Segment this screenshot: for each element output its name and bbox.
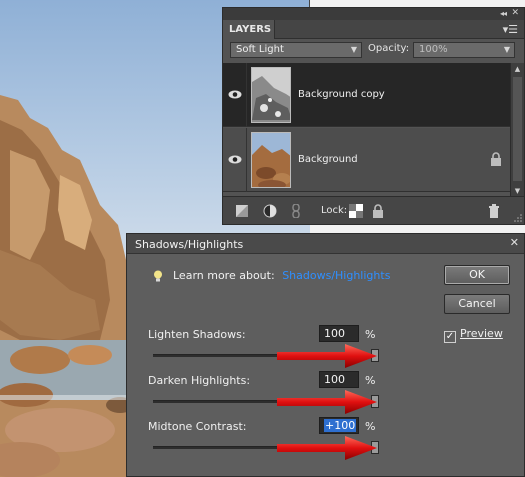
opacity-field[interactable]: 100% ▼ xyxy=(413,42,515,58)
layer-name: Background xyxy=(298,154,358,165)
shadows-highlights-dialog: Shadows/Highlights ✕ Learn more about: S… xyxy=(126,233,525,477)
lighten-shadows-label: Lighten Shadows: xyxy=(148,328,246,341)
blend-mode-select[interactable]: Soft Light ▼ xyxy=(230,42,362,58)
panel-menu-icon[interactable]: ▾☰ xyxy=(503,23,518,36)
preview-label: Preview xyxy=(460,327,503,340)
layer-thumbnail xyxy=(251,67,291,123)
lightbulb-icon xyxy=(154,270,162,282)
lock-icon xyxy=(491,152,501,166)
annotation-arrow-icon xyxy=(277,390,377,414)
scroll-up-icon[interactable]: ▲ xyxy=(511,63,524,75)
close-icon[interactable]: ✕ xyxy=(510,236,519,249)
darken-highlights-label: Darken Highlights: xyxy=(148,374,251,387)
visibility-toggle[interactable] xyxy=(223,128,247,192)
layers-bottom-toolbar: Lock: xyxy=(223,196,524,224)
scroll-track[interactable] xyxy=(513,77,522,181)
cancel-button[interactable]: Cancel xyxy=(444,294,510,314)
percent-unit: % xyxy=(365,374,376,387)
resize-grip-icon[interactable] xyxy=(514,214,522,222)
blend-mode-value: Soft Light xyxy=(236,44,284,55)
darken-highlights-input[interactable]: 100 xyxy=(319,371,359,388)
percent-unit: % xyxy=(365,328,376,341)
lock-label: Lock: xyxy=(321,205,348,216)
lock-transparent-pixels-icon[interactable] xyxy=(349,204,363,218)
opacity-value: 100% xyxy=(419,44,448,55)
midtone-contrast-label: Midtone Contrast: xyxy=(148,420,247,433)
panel-tab-row: LAYERS ▾☰ xyxy=(223,20,524,39)
layer-thumbnail xyxy=(251,132,291,188)
panel-topbar: ◂◂ ✕ xyxy=(223,8,524,20)
dialog-title: Shadows/Highlights xyxy=(135,238,244,251)
annotation-arrow-icon xyxy=(277,344,377,368)
lock-all-icon[interactable] xyxy=(371,204,385,218)
tab-layers[interactable]: LAYERS xyxy=(223,20,275,39)
learn-more: Learn more about: Shadows/Highlights xyxy=(173,269,390,282)
percent-unit: % xyxy=(365,420,376,433)
midtone-contrast-input[interactable]: +100 xyxy=(319,417,359,434)
link-icon[interactable] xyxy=(289,204,303,218)
eye-icon xyxy=(228,155,242,164)
dropdown-arrow-icon: ▼ xyxy=(503,45,510,54)
ok-button[interactable]: OK xyxy=(444,265,510,285)
layer-row-background-copy[interactable]: Background copy xyxy=(223,63,510,127)
eye-icon xyxy=(228,90,242,99)
trash-icon[interactable] xyxy=(487,204,501,218)
layer-list: Background copy Background xyxy=(223,63,510,197)
dialog-titlebar[interactable]: Shadows/Highlights ✕ xyxy=(127,234,524,254)
preview-checkbox[interactable]: ✓ Preview xyxy=(444,327,503,343)
visibility-toggle[interactable] xyxy=(223,63,247,127)
learn-more-link[interactable]: Shadows/Highlights xyxy=(282,269,390,282)
adjustment-layer-icon[interactable] xyxy=(263,204,277,218)
new-layer-icon[interactable] xyxy=(235,204,249,218)
layer-name: Background copy xyxy=(298,89,385,100)
learn-more-label: Learn more about: xyxy=(173,269,275,282)
collapse-icon[interactable]: ◂◂ xyxy=(500,9,507,18)
annotation-arrow-icon xyxy=(277,436,377,460)
close-icon[interactable]: ✕ xyxy=(511,8,519,18)
layer-options-row: Soft Light ▼ Opacity: 100% ▼ xyxy=(223,39,524,61)
checkbox-check-icon[interactable]: ✓ xyxy=(444,331,456,343)
layers-scrollbar[interactable]: ▲ ▼ xyxy=(510,63,524,197)
layers-panel: ◂◂ ✕ LAYERS ▾☰ Soft Light ▼ Opacity: 100… xyxy=(222,7,525,225)
layer-row-background[interactable]: Background xyxy=(223,128,510,192)
dropdown-arrow-icon: ▼ xyxy=(350,45,357,54)
opacity-label: Opacity: xyxy=(368,43,410,54)
lighten-shadows-input[interactable]: 100 xyxy=(319,325,359,342)
